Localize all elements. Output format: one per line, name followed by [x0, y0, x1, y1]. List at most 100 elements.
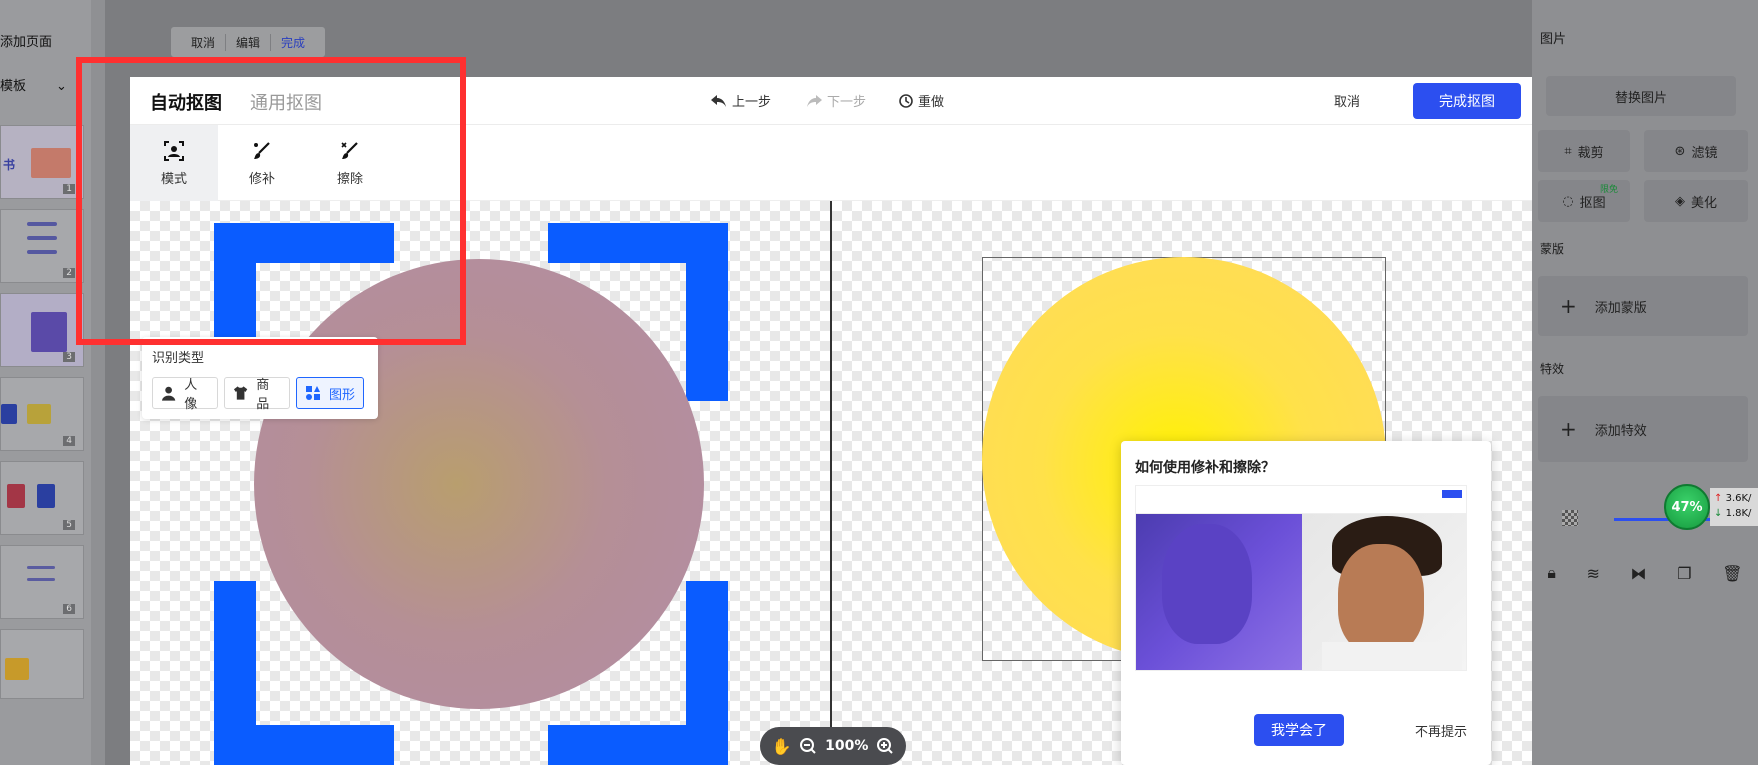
tab-auto-cutout[interactable]: 自动抠图	[150, 89, 222, 115]
filter-button[interactable]: ⊛ 滤镜	[1644, 130, 1748, 172]
add-mask-button[interactable]: + 添加蒙版	[1538, 276, 1748, 336]
net-percent: 47%	[1671, 499, 1703, 515]
beautify-icon: ◈	[1674, 193, 1685, 209]
net-percent-circle: 47%	[1664, 484, 1710, 530]
copy-icon[interactable]: ❐	[1677, 564, 1691, 583]
panel-gutter	[91, 0, 105, 765]
tool-mode[interactable]: 模式	[130, 125, 218, 201]
reset-button[interactable]: 重做	[898, 91, 944, 110]
thumb-line	[27, 578, 55, 581]
dont-show-again-link[interactable]: 不再提示	[1415, 721, 1467, 740]
float-cancel-button[interactable]: 取消	[181, 33, 227, 51]
floating-toolbar: 取消 编辑 完成	[171, 27, 326, 57]
trash-icon[interactable]: 🗑︎	[1722, 564, 1742, 583]
flip-icon[interactable]: ⧓	[1631, 564, 1647, 583]
history-icon	[899, 93, 913, 108]
original-canvas[interactable]: 识别类型 人像 商品 图形	[130, 201, 830, 765]
modal-cancel-button[interactable]: 取消	[1334, 91, 1360, 110]
add-page-button[interactable]: 添加页面	[0, 28, 82, 58]
replace-image-button[interactable]: 替换图片	[1546, 76, 1736, 116]
slide-thumb-7[interactable]	[0, 629, 84, 699]
free-badge: 限免	[1599, 185, 1618, 195]
tool-strip: 模式 修补 擦除	[130, 125, 1532, 201]
recog-portrait-label: 人像	[184, 378, 198, 412]
redo-icon	[807, 94, 822, 107]
upload-speed: 3.6K/	[1725, 493, 1752, 504]
tab-general-cutout[interactable]: 通用抠图	[250, 89, 322, 115]
preview-toolbar	[1136, 486, 1466, 514]
add-mask-label: 添加蒙版	[1594, 300, 1647, 316]
undo-button[interactable]: 上一步	[710, 91, 771, 110]
section-image-title: 图片	[1540, 32, 1567, 47]
float-edit-button[interactable]: 编辑	[226, 33, 272, 51]
learned-button[interactable]: 我学会了	[1254, 714, 1344, 746]
slide-thumb-2[interactable]: 2	[0, 209, 84, 283]
slide-thumb-text: 书	[3, 158, 16, 172]
thumb-block	[27, 404, 51, 424]
reset-label: 重做	[918, 95, 945, 110]
filter-icon: ⊛	[1674, 143, 1686, 159]
thumb-block	[7, 484, 25, 508]
slide-number: 2	[63, 268, 75, 278]
thumb-line	[27, 250, 57, 254]
brush-icon	[254, 141, 270, 159]
layer-actions: 🔒︎ ≋ ⧓ ❐ 🗑︎	[1532, 558, 1758, 588]
hand-icon[interactable]: ✋	[772, 737, 792, 756]
zoom-bar: ✋ 100%	[760, 727, 906, 765]
filter-label: 滤镜	[1691, 145, 1718, 161]
undo-label: 上一步	[732, 95, 772, 110]
property-panel: 图片 替换图片 ⌗ 裁剪 ⊛ 滤镜 ◌ 抠图 限免 ◈ 美化 蒙版 + 添加蒙版…	[1532, 0, 1758, 765]
redo-button[interactable]: 下一步	[805, 91, 866, 110]
recog-option-portrait[interactable]: 人像	[152, 377, 218, 412]
cutout-button[interactable]: ◌ 抠图 限免	[1538, 180, 1630, 222]
slide-thumb-4[interactable]: 4	[0, 377, 84, 451]
zoom-in-icon[interactable]	[876, 737, 894, 755]
learned-label: 我学会了	[1271, 723, 1327, 739]
eraser-icon	[341, 141, 358, 159]
slide-thumb-1[interactable]: 书 1	[0, 125, 84, 199]
tshirt-icon	[233, 386, 248, 400]
recog-option-product[interactable]: 商品	[224, 377, 290, 412]
tool-erase[interactable]: 擦除	[306, 125, 394, 201]
preview-face-shape	[1162, 524, 1252, 644]
thumb-illustration	[31, 148, 71, 178]
slide-number: 6	[63, 604, 75, 614]
crop-button[interactable]: ⌗ 裁剪	[1538, 130, 1630, 172]
net-speed-box: ↑ 3.6K/ ↓ 1.8K/	[1710, 488, 1758, 526]
undo-icon	[711, 94, 726, 107]
slide-thumb-6[interactable]: 6	[0, 545, 84, 619]
network-widget: 47% ↑ 3.6K/ ↓ 1.8K/	[1664, 484, 1758, 532]
tutorial-preview	[1135, 485, 1467, 671]
zoom-out-icon[interactable]	[799, 737, 817, 755]
thumb-block	[37, 484, 55, 508]
template-dropdown[interactable]: 模板 ⌄	[0, 72, 82, 102]
plus-icon: +	[1560, 417, 1577, 441]
recog-option-shape[interactable]: 图形	[296, 377, 364, 409]
shapes-icon	[306, 386, 320, 400]
cutout-modal: 自动抠图 通用抠图 上一步 下一步 重做 取消 完成抠图 模式 修补 擦除 识别…	[130, 77, 1532, 765]
lock-icon[interactable]: 🔒︎	[1547, 563, 1556, 583]
layers-icon[interactable]: ≋	[1587, 564, 1600, 583]
finish-cutout-button[interactable]: 完成抠图	[1413, 83, 1521, 119]
slide-thumb-3[interactable]: 3	[0, 293, 84, 367]
add-effect-button[interactable]: + 添加特效	[1538, 396, 1748, 462]
cutout-icon: ◌	[1562, 193, 1574, 209]
thumb-illustration	[31, 312, 67, 352]
crop-icon: ⌗	[1564, 143, 1572, 159]
recognition-title: 识别类型	[152, 351, 205, 366]
section-mask-title: 蒙版	[1540, 242, 1565, 256]
crop-label: 裁剪	[1577, 145, 1604, 161]
float-done-button[interactable]: 完成	[271, 34, 315, 51]
thumb-line	[27, 566, 55, 569]
slide-thumb-5[interactable]: 5	[0, 461, 84, 535]
frame-bracket	[214, 223, 394, 263]
template-label: 模板	[0, 79, 27, 94]
slide-number: 3	[63, 352, 75, 362]
slide-number: 1	[63, 184, 75, 194]
beautify-button[interactable]: ◈ 美化	[1644, 180, 1748, 222]
tool-patch[interactable]: 修补	[218, 125, 306, 201]
thumb-illustration	[5, 658, 29, 680]
preview-finish-chip	[1442, 490, 1462, 498]
modal-header: 自动抠图 通用抠图 上一步 下一步 重做 取消 完成抠图	[130, 77, 1532, 125]
checker-icon	[1562, 510, 1578, 526]
